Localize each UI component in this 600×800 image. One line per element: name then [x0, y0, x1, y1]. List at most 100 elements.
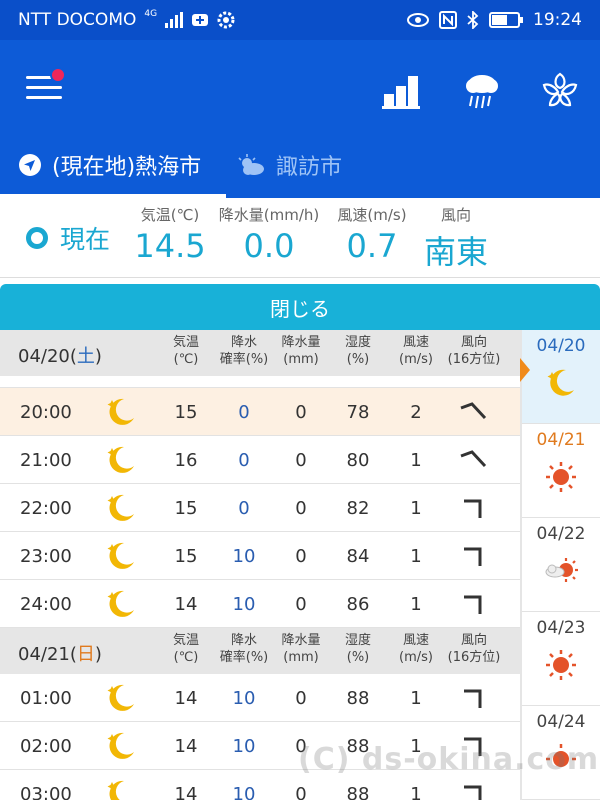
row-humidity: 84: [346, 546, 370, 567]
sun-icon: [546, 462, 576, 492]
row-time: 22:00: [20, 498, 72, 519]
row-precip: 0: [295, 498, 307, 519]
row-humidity: 78: [346, 402, 370, 423]
header-dir: 風向: [460, 335, 487, 350]
moon-icon: [107, 590, 134, 617]
current-conditions: 現在 気温(℃) 14.5 降水量(mm/h) 0.0 風速(m/s) 0.7 …: [0, 198, 600, 278]
battery-icon: [489, 12, 523, 28]
row-temp: 15: [174, 402, 198, 423]
current-temp: 気温(℃) 14.5: [134, 206, 206, 265]
table-row: 01:00 14 10 0 88 1: [0, 674, 520, 722]
row-precip-prob: 0: [238, 498, 250, 519]
hourly-forecast-table[interactable]: 04/20(土) 気温 (℃) 降水 確率(%) 降水量 (mm) 湿度 (%) 風速(…: [0, 330, 520, 800]
day-date: 04/21(日): [18, 644, 102, 665]
header-humidity: 湿度: [344, 335, 371, 350]
header-wind: 風速: [402, 335, 429, 350]
side-day-0421[interactable]: 04/21: [522, 424, 600, 518]
wind-direction-icon: [464, 689, 482, 708]
row-precip-prob: 10: [232, 594, 256, 615]
status-bar: NTT DOCOMO 4G 19:24: [0, 0, 600, 40]
rain-cloud-icon[interactable]: [460, 68, 504, 112]
row-temp: 15: [174, 546, 198, 567]
row-humidity: 82: [346, 498, 370, 519]
side-day-0420[interactable]: 04/20: [522, 330, 600, 424]
clock: 19:24: [533, 10, 582, 30]
table-row: 20:00 15 0 0 78 2: [0, 388, 520, 436]
moon-icon: [107, 780, 134, 800]
row-time: 01:00: [20, 688, 72, 709]
side-day-0423[interactable]: 04/23: [522, 612, 600, 706]
row-precip: 0: [295, 688, 307, 709]
app-notification-icon: [192, 14, 209, 26]
header-precip: 降水量: [281, 335, 321, 350]
row-wind-speed: 1: [410, 688, 422, 709]
row-time: 02:00: [20, 736, 72, 757]
row-precip: 0: [295, 784, 307, 800]
table-row: 22:00 15 0 0 82 1: [0, 484, 520, 532]
header-prob: 降水: [230, 335, 257, 350]
current-wind-speed: 風速(m/s) 0.7: [337, 206, 407, 265]
row-temp: 14: [174, 736, 198, 757]
ranking-icon[interactable]: [380, 68, 424, 112]
radio-ring-icon: [26, 227, 48, 249]
row-wind-speed: 2: [410, 402, 422, 423]
current-label: 現在: [26, 220, 110, 256]
row-wind-speed: 1: [410, 546, 422, 567]
row-precip-prob: 10: [232, 546, 256, 567]
network-type: 4G: [144, 9, 158, 19]
row-precip: 0: [295, 402, 307, 423]
location-arrow-icon: [19, 154, 41, 176]
row-time: 20:00: [20, 402, 72, 423]
wind-direction-icon: [460, 450, 487, 468]
row-precip-prob: 0: [238, 402, 250, 423]
row-precip-prob: 0: [238, 450, 250, 471]
app-bar: [0, 40, 600, 132]
wind-direction-icon: [464, 499, 482, 518]
moon-icon: [547, 369, 574, 396]
signal-icon: [165, 12, 184, 28]
watermark: (C) ds-okina.com: [298, 742, 600, 777]
row-time: 23:00: [20, 546, 72, 567]
moon-icon: [107, 494, 134, 521]
row-precip-prob: 10: [232, 736, 256, 757]
partly-cloudy-icon: [238, 154, 264, 175]
current-precip: 降水量(mm/h) 0.0: [218, 206, 320, 265]
row-time: 03:00: [20, 784, 72, 800]
row-humidity: 88: [346, 688, 370, 709]
row-temp: 14: [174, 688, 198, 709]
row-wind-speed: 1: [410, 498, 422, 519]
moon-icon: [107, 542, 134, 569]
table-row: 23:00 15 10 0 84 1: [0, 532, 520, 580]
selected-day-pointer: [520, 358, 530, 382]
eye-icon: [407, 13, 429, 27]
row-humidity: 88: [346, 784, 370, 800]
table-row: 24:00 14 10 0 86 1: [0, 580, 520, 628]
row-time: 21:00: [20, 450, 72, 471]
day-header: 04/21(日) 気温 (℃) 降水 確率(%) 降水量 (mm) 湿度 (%) 風速(…: [0, 628, 520, 674]
nfc-icon: [439, 11, 457, 29]
wind-direction-icon: [464, 595, 482, 614]
row-wind-speed: 1: [410, 784, 422, 800]
header-temp: 気温: [172, 335, 199, 350]
row-precip: 0: [295, 546, 307, 567]
table-row: 21:00 16 0 0 80 1: [0, 436, 520, 484]
day-header: 04/20(土) 気温 (℃) 降水 確率(%) 降水量 (mm) 湿度 (%) 風速(…: [0, 330, 520, 376]
tab-suwa[interactable]: 諏訪市: [222, 132, 342, 198]
day-date: 04/20(土): [18, 346, 102, 367]
row-temp: 14: [174, 594, 198, 615]
wind-direction-icon: [464, 547, 482, 566]
row-temp: 16: [174, 450, 198, 471]
location-tabs: (現在地)熱海市 諏訪市: [0, 132, 600, 198]
wind-direction-icon: [464, 785, 482, 800]
daily-sidebar[interactable]: 04/20 04/21 04/22 04/23 04/24: [520, 330, 600, 800]
row-humidity: 80: [346, 450, 370, 471]
moon-icon: [107, 446, 134, 473]
row-time: 24:00: [20, 594, 72, 615]
row-humidity: 86: [346, 594, 370, 615]
side-day-0422[interactable]: 04/22: [522, 518, 600, 612]
close-button[interactable]: 閉じる: [0, 284, 600, 330]
tab-current-location[interactable]: (現在地)熱海市: [0, 132, 226, 198]
current-wind-dir: 風向 南東: [423, 206, 488, 271]
sakura-icon[interactable]: [538, 68, 582, 112]
moon-icon: [107, 398, 134, 425]
